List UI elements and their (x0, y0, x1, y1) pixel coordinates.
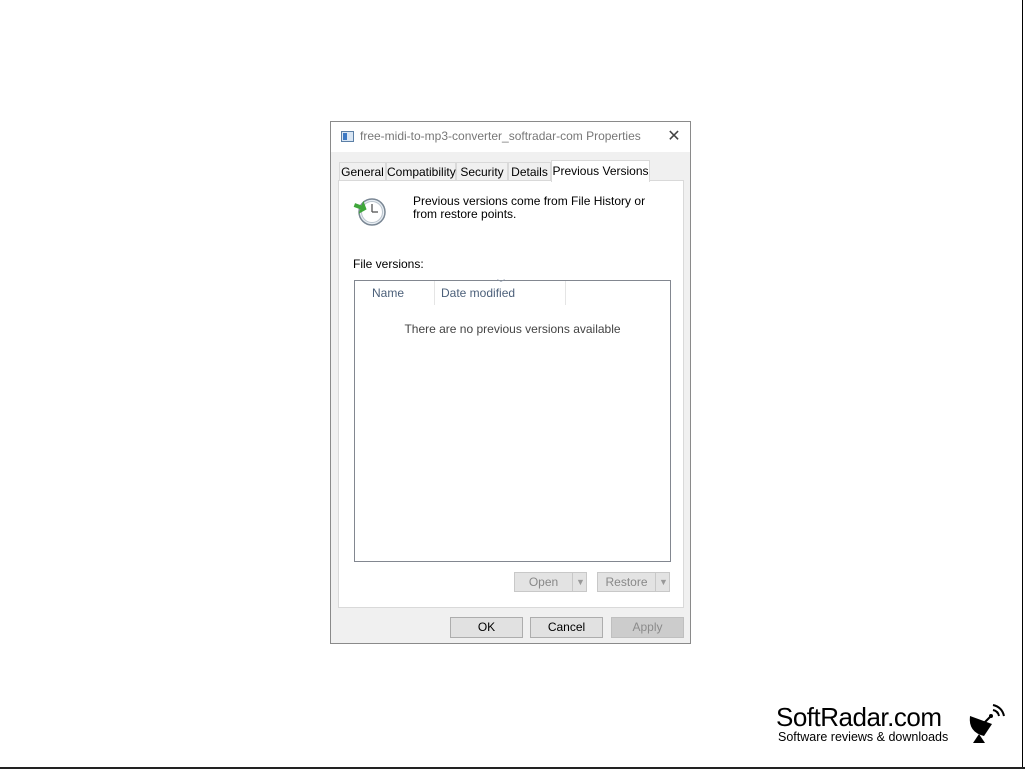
empty-list-message: There are no previous versions available (404, 322, 621, 336)
tab-security[interactable]: Security (456, 162, 508, 181)
previous-versions-panel: Previous versions come from File History… (338, 180, 684, 608)
screen-edge-right (1022, 0, 1023, 769)
file-properties-icon (341, 131, 354, 142)
tab-details[interactable]: Details (508, 162, 551, 181)
open-button-label: Open (528, 575, 559, 589)
open-dropdown-icon[interactable]: ▼ (572, 573, 588, 591)
previous-versions-clock-icon (353, 198, 386, 226)
file-versions-label: File versions: (353, 257, 424, 271)
tab-previous-versions[interactable]: Previous Versions (551, 160, 650, 182)
file-versions-list[interactable]: Name Date modified ﹀ There are no previo… (354, 279, 671, 562)
watermark-tagline: Software reviews & downloads (778, 730, 949, 744)
apply-button[interactable]: Apply (611, 617, 684, 638)
properties-dialog: free-midi-to-mp3-converter_softradar-com… (330, 121, 691, 644)
restore-button-label: Restore (605, 575, 648, 589)
watermark-brand: SoftRadar.com (776, 702, 942, 732)
sort-indicator-icon: ﹀ (497, 279, 505, 288)
restore-dropdown-icon[interactable]: ▼ (655, 573, 671, 591)
dialog-title: free-midi-to-mp3-converter_softradar-com… (360, 129, 641, 143)
cancel-button[interactable]: Cancel (530, 617, 603, 638)
softradar-watermark: SoftRadar.com Software reviews & downloa… (776, 702, 1016, 750)
ok-button[interactable]: OK (450, 617, 523, 638)
close-button[interactable]: ✕ (664, 127, 684, 147)
title-bar[interactable]: free-midi-to-mp3-converter_softradar-com… (331, 122, 690, 152)
column-header-name[interactable]: Name (355, 281, 435, 305)
description-text: Previous versions come from File History… (413, 194, 646, 221)
tab-general[interactable]: General (339, 162, 386, 181)
satellite-dish-icon (969, 704, 1005, 743)
open-button[interactable]: Open ▼ (514, 572, 587, 592)
tab-compatibility[interactable]: Compatibility (386, 162, 456, 181)
restore-button[interactable]: Restore ▼ (597, 572, 670, 592)
